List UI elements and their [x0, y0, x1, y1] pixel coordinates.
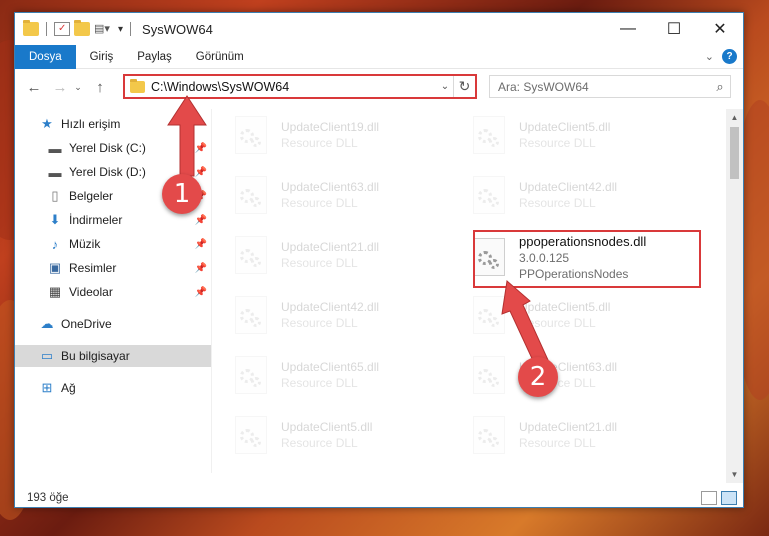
annotation-arrows: [167, 95, 549, 366]
arrow-1: [167, 95, 207, 177]
arrow-2: [501, 280, 549, 366]
step-badge-2: 2: [518, 357, 558, 397]
step-badge-1: 1: [162, 174, 202, 214]
